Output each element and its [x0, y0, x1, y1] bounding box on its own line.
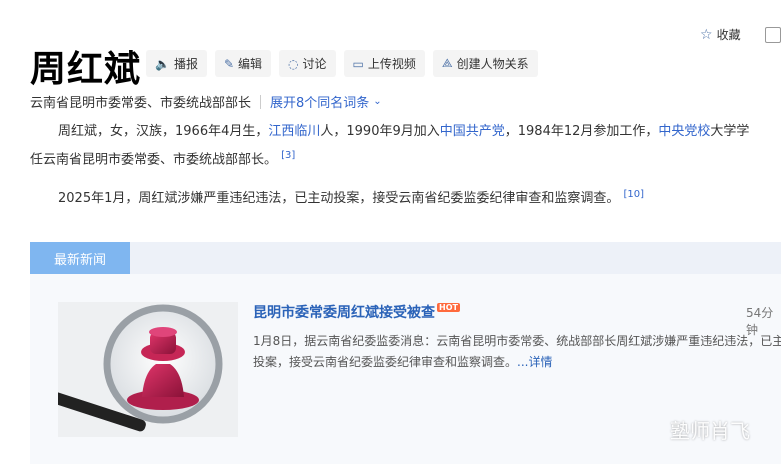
star-icon: ☆: [700, 26, 713, 43]
expand-label: 展开8个同名词条: [270, 96, 370, 111]
investigation-paragraph: 2025年1月，周红斌涉嫌严重违纪违法，已主动投案，接受云南省纪委监委纪律审查和…: [30, 183, 781, 211]
news-thumbnail[interactable]: [58, 302, 238, 437]
discuss-label: 讨论: [302, 57, 327, 71]
collect-button[interactable]: ☆ 收藏: [700, 26, 741, 43]
discuss-button[interactable]: ◌ 讨论: [279, 50, 336, 77]
pencil-icon: ✎: [223, 56, 235, 71]
news-summary-line1: 1月8日，据云南省纪委监委消息：云南省昆明市委常委、统战部部长周红斌涉嫌严重违纪…: [253, 334, 781, 348]
hot-badge: HOT: [437, 302, 460, 312]
action-bar: 🔈 播报 ✎ 编辑 ◌ 讨论 ▭ 上传视频 ⟁ 创建人物关系: [146, 50, 538, 77]
subtitle-row: 云南省昆明市委常委、市委统战部部长 展开8个同名词条 ⌄: [30, 92, 382, 111]
subtitle-text: 云南省昆明市委常委、市委统战部部长: [30, 96, 252, 111]
news-detail-link[interactable]: ...详情: [517, 355, 552, 369]
investigation-text: 2025年1月，周红斌涉嫌严重违纪违法，已主动投案，接受云南省纪委监委纪律审查和…: [58, 191, 620, 207]
tab-latest-news[interactable]: 最新新闻: [30, 242, 130, 274]
news-summary-line2: 投案，接受云南省纪委监委纪律审查和监察调查。: [253, 355, 518, 369]
top-right-tools: ☆ 收藏: [700, 26, 781, 43]
edit-label: 编辑: [238, 57, 263, 71]
speaker-icon: 🔈: [155, 56, 170, 71]
chevron-down-icon: ⌄: [373, 96, 382, 107]
intro-text-d: 大学学: [710, 124, 750, 139]
relationship-icon: ⟁: [441, 56, 453, 70]
link-central-party-school[interactable]: 中央党校: [658, 124, 710, 139]
edit-button[interactable]: ✎ 编辑: [214, 50, 272, 77]
broadcast-label: 播报: [173, 57, 198, 71]
link-cpc[interactable]: 中国共产党: [440, 124, 505, 139]
intro-text-c: ，1984年12月参加工作，: [504, 124, 659, 139]
video-icon: ▭: [352, 56, 364, 71]
divider: [260, 94, 262, 109]
news-summary: 1月8日，据云南省纪委监委消息：云南省昆明市委常委、统战部部长周红斌涉嫌严重违纪…: [253, 331, 781, 373]
reference-10[interactable]: [10]: [624, 189, 645, 200]
chat-icon: ◌: [288, 56, 299, 71]
expand-homonyms-link[interactable]: 展开8个同名词条 ⌄: [270, 92, 382, 111]
magnifier-pushpin-image: [58, 302, 238, 437]
link-jiangxi-linchuan[interactable]: 江西临川: [268, 124, 320, 139]
collect-label: 收藏: [716, 28, 741, 42]
broadcast-button[interactable]: 🔈 播报: [146, 50, 207, 77]
intro-text-b: 人，1990年9月加入: [320, 124, 440, 139]
intro-paragraph: 周红斌，女，汉族，1966年4月生，江西临川人，1990年9月加入中国共产党，1…: [30, 120, 781, 172]
news-tab-bar: 最新新闻: [30, 242, 781, 274]
news-headline: 昆明市委常委周红斌接受被查: [253, 305, 435, 321]
upload-video-label: 上传视频: [367, 57, 416, 71]
create-relationship-button[interactable]: ⟁ 创建人物关系: [432, 50, 538, 77]
page-title: 周红斌: [30, 49, 142, 90]
reference-3[interactable]: [3]: [281, 150, 295, 161]
create-relationship-label: 创建人物关系: [456, 57, 529, 71]
watermark-text: 塾师肖飞: [670, 419, 750, 443]
share-icon[interactable]: [764, 26, 781, 43]
upload-video-button[interactable]: ▭ 上传视频: [343, 50, 425, 77]
intro-text-e: 任云南省昆明市委常委、市委统战部部长。: [30, 152, 278, 168]
intro-text-a: 周红斌，女，汉族，1966年4月生，: [58, 124, 269, 139]
news-headline-link[interactable]: 昆明市委常委周红斌接受被查 HOT: [253, 302, 460, 322]
